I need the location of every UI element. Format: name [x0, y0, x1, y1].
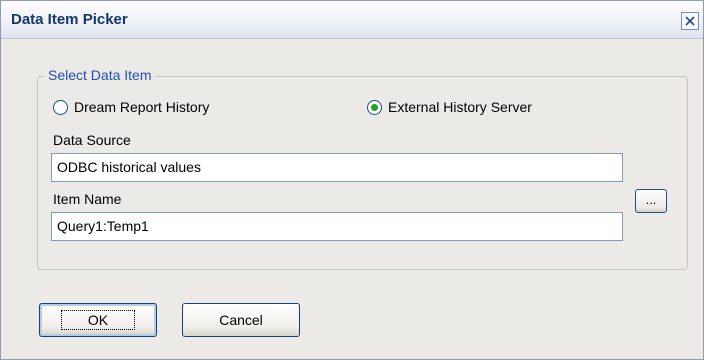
item-name-label: Item Name: [53, 191, 122, 207]
group-legend: Select Data Item: [45, 67, 155, 83]
cancel-button[interactable]: Cancel: [182, 303, 300, 337]
data-item-picker-dialog: Data Item Picker Select Data Item Dream …: [0, 0, 704, 360]
data-source-field[interactable]: ODBC historical values: [51, 153, 623, 182]
ok-button[interactable]: OK: [39, 303, 157, 337]
radio-selected-dot: [371, 103, 378, 111]
dialog-title: Data Item Picker: [11, 11, 128, 28]
radio-unselected-icon[interactable]: [53, 99, 68, 115]
item-name-field[interactable]: Query1:Temp1: [51, 212, 623, 241]
close-icon: [685, 16, 695, 26]
radio-label-dream-report-history: Dream Report History: [74, 99, 210, 115]
radio-label-external-history-server: External History Server: [388, 99, 532, 115]
radio-external-history-server[interactable]: External History Server: [367, 99, 532, 115]
title-bar: Data Item Picker: [1, 1, 703, 39]
close-button[interactable]: [681, 12, 699, 30]
radio-selected-icon[interactable]: [367, 99, 382, 115]
data-source-label: Data Source: [53, 132, 131, 148]
radio-dream-report-history[interactable]: Dream Report History: [53, 99, 209, 115]
ok-button-label: OK: [60, 310, 136, 330]
browse-button[interactable]: ...: [635, 189, 667, 213]
